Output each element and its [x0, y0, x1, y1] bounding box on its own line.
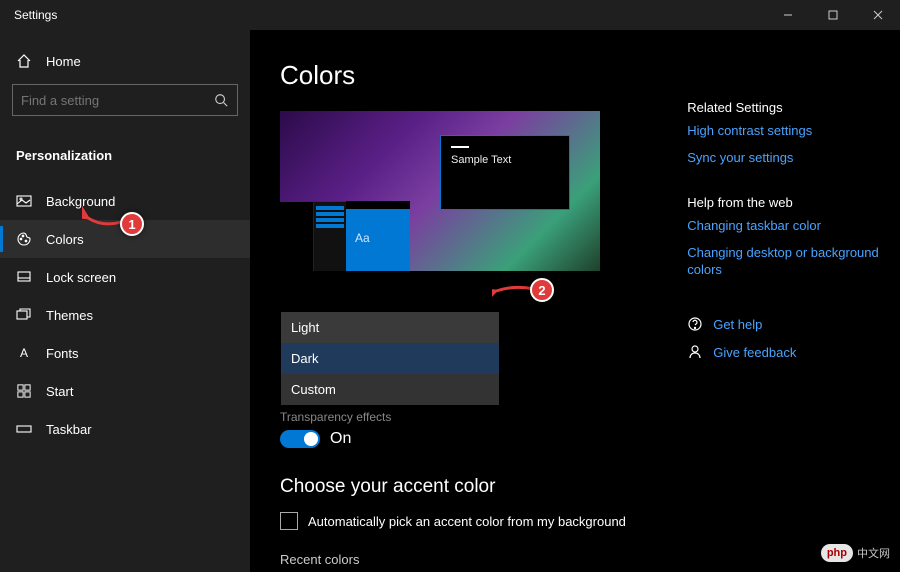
- watermark-logo: php: [821, 544, 853, 562]
- related-heading: Related Settings: [687, 100, 900, 115]
- auto-accent-label: Automatically pick an accent color from …: [308, 514, 626, 529]
- search-input[interactable]: [12, 84, 238, 116]
- color-mode-option-dark[interactable]: Dark: [281, 343, 499, 374]
- link-taskbar-color[interactable]: Changing taskbar color: [687, 218, 900, 235]
- link-sync-settings[interactable]: Sync your settings: [687, 150, 900, 167]
- color-mode-dropdown[interactable]: Light Dark Custom: [280, 311, 500, 406]
- feedback-icon: [687, 344, 703, 360]
- nav-label: Themes: [46, 308, 93, 323]
- nav-label: Taskbar: [46, 422, 92, 437]
- search-field[interactable]: [21, 93, 213, 108]
- maximize-button[interactable]: [810, 0, 855, 30]
- nav-taskbar[interactable]: Taskbar: [0, 410, 250, 448]
- nav-home[interactable]: Home: [0, 42, 250, 80]
- nav-label: Background: [46, 194, 115, 209]
- color-preview: Aa Sample Text: [280, 111, 600, 271]
- transparency-label: Transparency effects: [280, 410, 657, 424]
- nav-lockscreen[interactable]: Lock screen: [0, 258, 250, 296]
- link-desktop-colors[interactable]: Changing desktop or background colors: [687, 245, 900, 279]
- page-title: Colors: [280, 60, 657, 91]
- nav-home-label: Home: [46, 54, 81, 69]
- main-content: Colors Aa: [250, 30, 900, 572]
- titlebar: Settings: [0, 0, 900, 30]
- color-mode-option-light[interactable]: Light: [281, 312, 499, 343]
- preview-aa: Aa: [355, 231, 370, 245]
- preview-sample-text: Sample Text: [451, 154, 559, 166]
- transparency-state: On: [330, 430, 351, 448]
- watermark-text: 中文网: [857, 545, 890, 561]
- settings-window: Settings Home Personalization Backgro: [0, 0, 900, 572]
- get-help-link[interactable]: Get help: [687, 316, 900, 332]
- minimize-button[interactable]: [765, 0, 810, 30]
- sidebar: Home Personalization Background Colors: [0, 30, 250, 572]
- auto-accent-checkbox[interactable]: [280, 512, 298, 530]
- picture-icon: [16, 193, 32, 209]
- nav-themes[interactable]: Themes: [0, 296, 250, 334]
- search-icon: [213, 92, 229, 108]
- nav-label: Lock screen: [46, 270, 116, 285]
- right-column: Related Settings High contrast settings …: [687, 60, 900, 572]
- fonts-icon: A: [16, 345, 32, 361]
- nav-label: Fonts: [46, 346, 79, 361]
- annotation-callout-1: 1: [120, 212, 144, 236]
- give-feedback-link[interactable]: Give feedback: [687, 344, 900, 360]
- taskbar-icon: [16, 421, 32, 437]
- preview-sample-window: Sample Text: [440, 135, 570, 210]
- lock-icon: [16, 269, 32, 285]
- recent-colors-label: Recent colors: [280, 552, 657, 567]
- help-heading: Help from the web: [687, 195, 900, 210]
- color-mode-option-custom[interactable]: Custom: [281, 374, 499, 405]
- help-icon: [687, 316, 703, 332]
- window-title: Settings: [14, 8, 57, 22]
- palette-icon: [16, 231, 32, 247]
- nav-label: Colors: [46, 232, 84, 247]
- accent-heading: Choose your accent color: [280, 476, 657, 498]
- start-icon: [16, 383, 32, 399]
- annotation-callout-2: 2: [530, 278, 554, 302]
- nav-category: Personalization: [0, 136, 250, 174]
- nav-label: Start: [46, 384, 73, 399]
- transparency-toggle[interactable]: [280, 430, 320, 448]
- nav-fonts[interactable]: A Fonts: [0, 334, 250, 372]
- close-button[interactable]: [855, 0, 900, 30]
- home-icon: [16, 53, 32, 69]
- themes-icon: [16, 307, 32, 323]
- link-high-contrast[interactable]: High contrast settings: [687, 123, 900, 140]
- nav-start[interactable]: Start: [0, 372, 250, 410]
- watermark: php 中文网: [821, 544, 890, 562]
